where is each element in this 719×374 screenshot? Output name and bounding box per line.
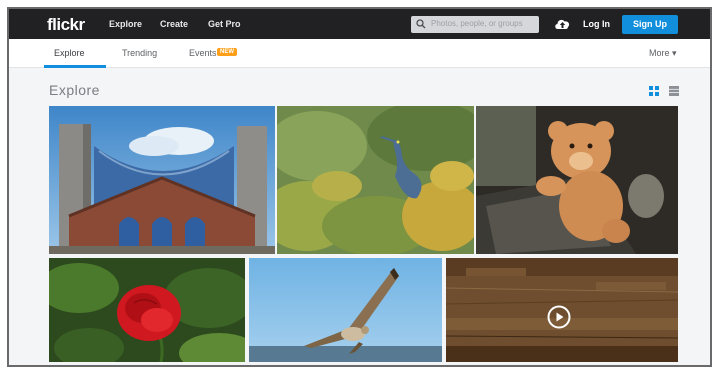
upload-cloud-icon[interactable] <box>554 16 571 31</box>
events-new-badge: NEW <box>217 48 237 56</box>
photo-teddy-image <box>476 106 678 254</box>
photo-hawk-image <box>249 258 442 362</box>
photo-hawk[interactable] <box>249 258 442 362</box>
sub-navigation: Explore Trending Events NEW More ▾ <box>9 39 710 68</box>
login-link[interactable]: Log In <box>583 19 610 29</box>
search-icon <box>416 19 426 29</box>
list-view-icon[interactable] <box>669 86 679 96</box>
photo-teddy-bear[interactable] <box>476 106 678 254</box>
photo-heron[interactable] <box>277 106 474 254</box>
photo-church[interactable] <box>49 106 275 254</box>
photo-red-rose[interactable] <box>49 258 245 362</box>
tab-trending[interactable]: Trending <box>122 48 157 58</box>
play-icon[interactable] <box>547 305 571 329</box>
more-menu[interactable]: More ▾ <box>649 48 677 59</box>
photo-wood-video[interactable] <box>446 258 678 362</box>
grid-view-icon[interactable] <box>649 86 659 96</box>
nav-get-pro[interactable]: Get Pro <box>208 19 241 29</box>
nav-explore[interactable]: Explore <box>109 19 142 29</box>
top-navigation-bar: flickr Explore Create Get Pro Photos, pe… <box>9 9 710 39</box>
photo-rose-image <box>49 258 245 362</box>
flickr-logo[interactable]: flickr <box>47 15 85 35</box>
signup-button[interactable]: Sign Up <box>622 15 678 34</box>
active-tab-indicator <box>44 65 106 68</box>
nav-create[interactable]: Create <box>160 19 188 29</box>
photo-church-image <box>49 106 275 254</box>
search-box[interactable]: Photos, people, or groups <box>411 16 539 33</box>
browser-frame: flickr Explore Create Get Pro Photos, pe… <box>7 7 712 367</box>
page-title: Explore <box>49 82 100 98</box>
search-placeholder: Photos, people, or groups <box>431 19 523 28</box>
photo-heron-image <box>277 106 474 254</box>
tab-explore[interactable]: Explore <box>54 48 85 58</box>
tab-events[interactable]: Events <box>189 48 217 58</box>
